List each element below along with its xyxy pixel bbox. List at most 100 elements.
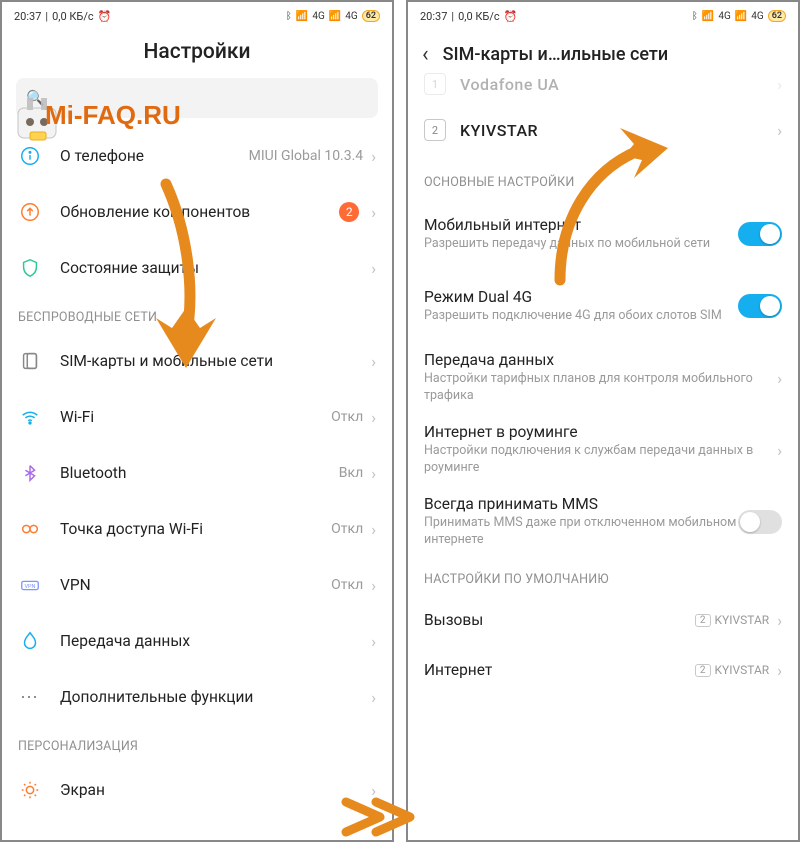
calls-sim: 2 KYIVSTAR [695, 613, 769, 627]
hotspot-icon [18, 517, 42, 541]
chevron-right-icon: › [371, 203, 376, 222]
row-sim-1[interactable]: 1 Vodafone UA › [408, 69, 798, 99]
row-bluetooth[interactable]: Bluetooth Вкл › [2, 445, 392, 501]
alarm-icon: ⏰ [98, 10, 112, 23]
dual4g-toggle[interactable] [738, 294, 782, 318]
mms-toggle[interactable] [738, 510, 782, 534]
roaming-sub: Настройки подключения к службам передачи… [424, 443, 769, 477]
search-icon: 🔍 [26, 89, 45, 107]
wifi-value: Откл [331, 409, 363, 425]
page-title: Настройки [2, 40, 392, 64]
back-button[interactable]: ‹ [422, 42, 429, 67]
sun-icon [18, 778, 42, 802]
status-time: 20:37 [420, 10, 447, 23]
signal-icon: 📶 [296, 11, 308, 22]
data-transfer-title: Передача данных [424, 351, 769, 369]
roaming-title: Интернет в роуминге [424, 423, 769, 441]
chevron-right-icon: › [371, 259, 376, 278]
row-sim-2[interactable]: 2 KYIVSTAR › [408, 99, 798, 161]
status-bar: 20:37 | 0,0 КБ/с ⏰ ᛒ 📶 4G 📶 4G 62 [2, 2, 392, 30]
chevron-right-icon: › [371, 632, 376, 651]
row-security[interactable]: Состояние защиты › [2, 240, 392, 296]
row-calls[interactable]: Вызовы 2 KYIVSTAR › [408, 595, 798, 645]
status-speed: 0,0 КБ/с [52, 10, 94, 23]
chevron-right-icon: › [777, 441, 782, 460]
row-dual-4g[interactable]: Режим Dual 4G Разрешить подключение 4G д… [408, 270, 798, 342]
row-roaming[interactable]: Интернет в роуминге Настройки подключени… [408, 414, 798, 486]
internet-title: Интернет [424, 661, 695, 679]
section-main: ОСНОВНЫЕ НАСТРОЙКИ [408, 161, 798, 198]
data-transfer-sub: Настройки тарифных планов для контроля м… [424, 371, 769, 405]
header: Настройки [2, 30, 392, 78]
sim-1-chip: 1 [424, 73, 446, 95]
bluetooth-icon: ᛒ [286, 11, 292, 22]
row-mms[interactable]: Всегда принимать MMS Принимать MMS даже … [408, 486, 798, 558]
drop-icon [18, 629, 42, 653]
mobile-net-sub: Разрешить передачу данных по мобильной с… [424, 236, 738, 253]
bluetooth-icon: ᛒ [692, 11, 698, 22]
chevron-right-icon: › [371, 576, 376, 595]
screen-label: Экран [60, 781, 363, 799]
row-mobile-internet[interactable]: Мобильный интернет Разрешить передачу да… [408, 198, 798, 270]
vpn-icon: VPN [18, 573, 42, 597]
row-sim[interactable]: SIM-карты и мобильные сети › [2, 333, 392, 389]
chevron-right-icon: › [371, 147, 376, 166]
status-left: 20:37 | 0,0 КБ/с ⏰ [14, 10, 111, 23]
hotspot-value: Откл [331, 521, 363, 537]
status-right: ᛒ 📶 4G 📶 4G 62 [286, 10, 380, 22]
battery-icon: 62 [768, 10, 786, 22]
wifi-icon [18, 405, 42, 429]
row-internet[interactable]: Интернет 2 KYIVSTAR › [408, 645, 798, 695]
chevron-right-icon: › [371, 352, 376, 371]
net-label-1: 4G [312, 11, 324, 22]
status-time: 20:37 [14, 10, 41, 23]
data-label: Передача данных [60, 632, 363, 650]
mobile-net-toggle[interactable] [738, 222, 782, 246]
row-more[interactable]: ⋯ Дополнительные функции › [2, 669, 392, 725]
chevron-right-icon: › [777, 661, 782, 680]
chevron-right-icon: › [371, 520, 376, 539]
update-badge: 2 [339, 202, 359, 222]
sim-2-chip: 2 [424, 119, 446, 141]
row-updates[interactable]: Обновление компонентов 2 › [2, 184, 392, 240]
dual4g-title: Режим Dual 4G [424, 288, 738, 306]
chevron-right-icon: › [777, 75, 782, 94]
phone-left: 20:37 | 0,0 КБ/с ⏰ ᛒ 📶 4G 📶 4G 62 Настро… [0, 0, 394, 842]
row-data-transfer[interactable]: Передача данных › [2, 613, 392, 669]
svg-text:VPN: VPN [25, 584, 36, 590]
vpn-value: Откл [331, 577, 363, 593]
signal-icon-2: 📶 [735, 11, 747, 22]
section-default: НАСТРОЙКИ ПО УМОЛЧАНИЮ [408, 558, 798, 595]
bt-label: Bluetooth [60, 464, 331, 482]
security-label: Состояние защиты [60, 259, 363, 277]
bluetooth-icon [18, 461, 42, 485]
more-icon: ⋯ [18, 685, 42, 709]
chevron-right-icon: › [777, 369, 782, 388]
row-screen[interactable]: Экран › [2, 762, 392, 818]
row-data-plans[interactable]: Передача данных Настройки тарифных плано… [408, 342, 798, 414]
sim-icon [18, 349, 42, 373]
signal-icon-2: 📶 [329, 11, 341, 22]
shield-icon [18, 256, 42, 280]
chevron-right-icon: › [371, 688, 376, 707]
status-bar: 20:37 | 0,0 КБ/с ⏰ ᛒ 📶 4G 📶 4G 62 [408, 2, 798, 30]
calls-title: Вызовы [424, 611, 695, 629]
net-label-2: 4G [345, 11, 357, 22]
row-about-phone[interactable]: О телефоне MIUI Global 10.3.4 › [2, 128, 392, 184]
section-wireless: БЕСПРОВОДНЫЕ СЕТИ [2, 296, 392, 333]
net-label-1: 4G [718, 11, 730, 22]
phone-right: 20:37 | 0,0 КБ/с ⏰ ᛒ 📶 4G 📶 4G 62 ‹ SIM-… [406, 0, 800, 842]
row-hotspot[interactable]: Точка доступа Wi-Fi Откл › [2, 501, 392, 557]
info-icon [18, 144, 42, 168]
row-wifi[interactable]: Wi-Fi Откл › [2, 389, 392, 445]
page-title: SIM-карты и…ильные сети [443, 44, 784, 65]
section-personal: ПЕРСОНАЛИЗАЦИЯ [2, 725, 392, 762]
search-input[interactable]: 🔍 [16, 78, 378, 118]
mms-title: Всегда принимать MMS [424, 495, 738, 513]
net-label-2: 4G [751, 11, 763, 22]
row-vpn[interactable]: VPN VPN Откл › [2, 557, 392, 613]
chevron-right-icon: › [371, 408, 376, 427]
wifi-label: Wi-Fi [60, 408, 323, 426]
chevron-right-icon: › [777, 121, 782, 140]
mms-sub: Принимать MMS даже при отключенном мобил… [424, 515, 738, 549]
